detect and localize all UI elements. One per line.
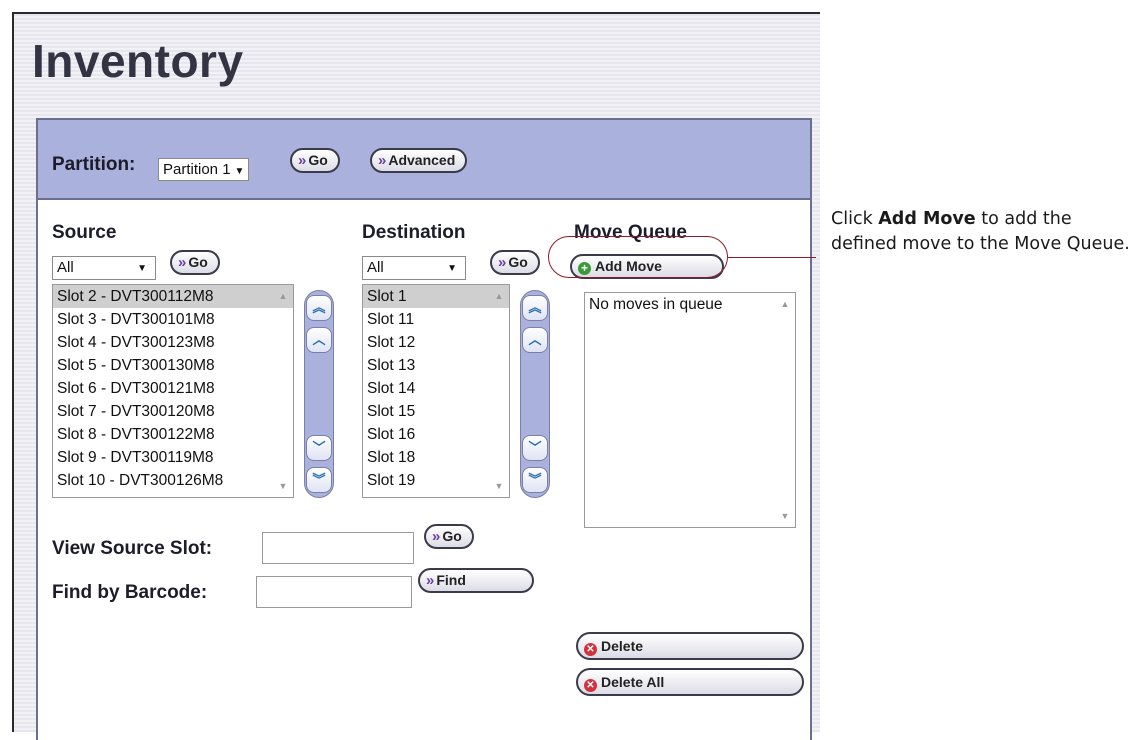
list-item[interactable]: Slot 10 - DVT300126M8 [53, 469, 293, 492]
find-button[interactable]: » Find [418, 568, 534, 593]
list-item[interactable]: Slot 12 [363, 331, 509, 354]
delete-icon: ✕ [584, 643, 597, 656]
source-filter-value: All [57, 259, 74, 276]
source-reorder-control: ︽ ︿ ﹀ ︾ [304, 290, 334, 498]
source-move-top-button[interactable]: ︽ [306, 295, 332, 321]
move-queue-listbox[interactable]: No moves in queue ▲ ▼ [584, 292, 796, 528]
partition-select-value: Partition 1 [163, 161, 231, 178]
source-heading: Source [52, 222, 117, 243]
list-item[interactable]: Slot 13 [363, 354, 509, 377]
destination-move-top-button[interactable]: ︽ [522, 295, 548, 321]
view-source-slot-label: View Source Slot: [52, 538, 213, 559]
destination-filter-select[interactable]: All ▼ [362, 256, 466, 280]
find-by-barcode-input[interactable] [256, 576, 412, 608]
scroll-down-arrow-icon[interactable]: ▼ [778, 511, 792, 521]
list-item[interactable]: Slot 8 - DVT300122M8 [53, 423, 293, 446]
source-scrollbar[interactable]: ▲ ▼ [276, 285, 290, 497]
list-item[interactable]: Slot 18 [363, 446, 509, 469]
inventory-window: Inventory Partition: Partition 1 ▼ » Go » A… [12, 12, 820, 740]
list-item[interactable]: Slot 16 [363, 423, 509, 446]
list-item[interactable]: Slot 1 [363, 285, 509, 308]
page-title: Inventory [32, 35, 244, 87]
double-chevron-icon: » [378, 152, 387, 169]
list-item[interactable]: Slot 6 - DVT300121M8 [53, 377, 293, 400]
move-queue-scrollbar[interactable]: ▲ ▼ [778, 293, 792, 527]
source-go-label: Go [188, 254, 208, 270]
destination-items: Slot 1 Slot 11 Slot 12 Slot 13 Slot 14 Slot 1… [363, 285, 509, 492]
source-filter-select[interactable]: All ▼ [52, 256, 156, 280]
move-panel: Source All ▼ » Go Slot 2 - DVT300112M8 Slot… [36, 200, 812, 740]
list-item[interactable]: Slot 9 - DVT300119M8 [53, 446, 293, 469]
destination-filter-value: All [367, 259, 384, 276]
double-chevron-icon: » [432, 528, 441, 545]
dropdown-arrow-icon: ▼ [234, 166, 245, 177]
list-item[interactable]: Slot 4 - DVT300123M8 [53, 331, 293, 354]
delete-button[interactable]: ✕ Delete [576, 632, 804, 660]
scroll-up-arrow-icon[interactable]: ▲ [492, 291, 506, 301]
scroll-up-arrow-icon[interactable]: ▲ [276, 291, 290, 301]
source-move-up-button[interactable]: ︿ [306, 327, 332, 353]
list-item[interactable]: Slot 5 - DVT300130M8 [53, 354, 293, 377]
list-item[interactable]: Slot 11 [363, 308, 509, 331]
find-by-barcode-label: Find by Barcode: [52, 582, 208, 603]
view-source-slot-go-button[interactable]: » Go [424, 524, 474, 549]
dropdown-arrow-icon: ▼ [137, 263, 147, 274]
destination-reorder-control: ︽ ︿ ﹀ ︾ [520, 290, 550, 498]
destination-listbox[interactable]: Slot 1 Slot 11 Slot 12 Slot 13 Slot 14 Slot 1… [362, 284, 510, 498]
view-source-slot-go-label: Go [442, 528, 462, 544]
partition-label: Partition: [52, 154, 136, 175]
double-chevron-icon: » [298, 152, 307, 169]
list-item[interactable]: Slot 2 - DVT300112M8 [53, 285, 293, 308]
double-chevron-icon: » [426, 572, 435, 589]
scroll-down-arrow-icon[interactable]: ▼ [492, 481, 506, 491]
destination-go-label: Go [508, 254, 528, 270]
scroll-down-arrow-icon[interactable]: ▼ [276, 481, 290, 491]
partition-select[interactable]: Partition 1 ▼ [158, 158, 250, 181]
list-item[interactable]: Slot 19 [363, 469, 509, 492]
callout-highlight-ring [548, 236, 728, 278]
destination-move-up-button[interactable]: ︿ [522, 327, 548, 353]
view-source-slot-input[interactable] [262, 532, 414, 564]
source-move-down-button[interactable]: ﹀ [306, 435, 332, 461]
list-item[interactable]: Slot 15 [363, 400, 509, 423]
partition-go-button[interactable]: » Go [290, 148, 340, 173]
destination-move-down-button[interactable]: ﹀ [522, 435, 548, 461]
double-chevron-icon: » [178, 254, 187, 271]
destination-heading: Destination [362, 222, 466, 243]
list-item[interactable]: Slot 7 - DVT300120M8 [53, 400, 293, 423]
partition-go-label: Go [308, 152, 328, 168]
source-listbox[interactable]: Slot 2 - DVT300112M8 Slot 3 - DVT300101M8… [52, 284, 294, 498]
callout-text-before: Click [831, 209, 879, 229]
destination-scrollbar[interactable]: ▲ ▼ [492, 285, 506, 497]
source-items: Slot 2 - DVT300112M8 Slot 3 - DVT300101M8… [53, 285, 293, 492]
move-queue-empty-text: No moves in queue [589, 296, 723, 313]
advanced-button[interactable]: » Advanced [370, 148, 468, 173]
destination-go-button[interactable]: » Go [490, 250, 540, 275]
scroll-up-arrow-icon[interactable]: ▲ [778, 299, 792, 309]
callout-bold-text: Add Move [878, 209, 976, 229]
delete-all-label: Delete All [601, 674, 665, 690]
callout-leader-line [728, 257, 816, 258]
list-item[interactable]: Slot 14 [363, 377, 509, 400]
delete-label: Delete [601, 638, 644, 654]
partition-bar: Partition: Partition 1 ▼ » Go » Advanced [36, 118, 812, 200]
source-move-bottom-button[interactable]: ︾ [306, 467, 332, 493]
advanced-label: Advanced [388, 152, 456, 168]
source-go-button[interactable]: » Go [170, 250, 220, 275]
double-chevron-icon: » [498, 254, 507, 271]
delete-all-button[interactable]: ✕ Delete All [576, 668, 804, 696]
delete-icon: ✕ [584, 679, 597, 692]
destination-move-bottom-button[interactable]: ︾ [522, 467, 548, 493]
find-label: Find [436, 572, 466, 588]
dropdown-arrow-icon: ▼ [447, 263, 457, 274]
list-item[interactable]: Slot 3 - DVT300101M8 [53, 308, 293, 331]
callout-text: Click Add Move to add the defined move t… [831, 207, 1131, 257]
